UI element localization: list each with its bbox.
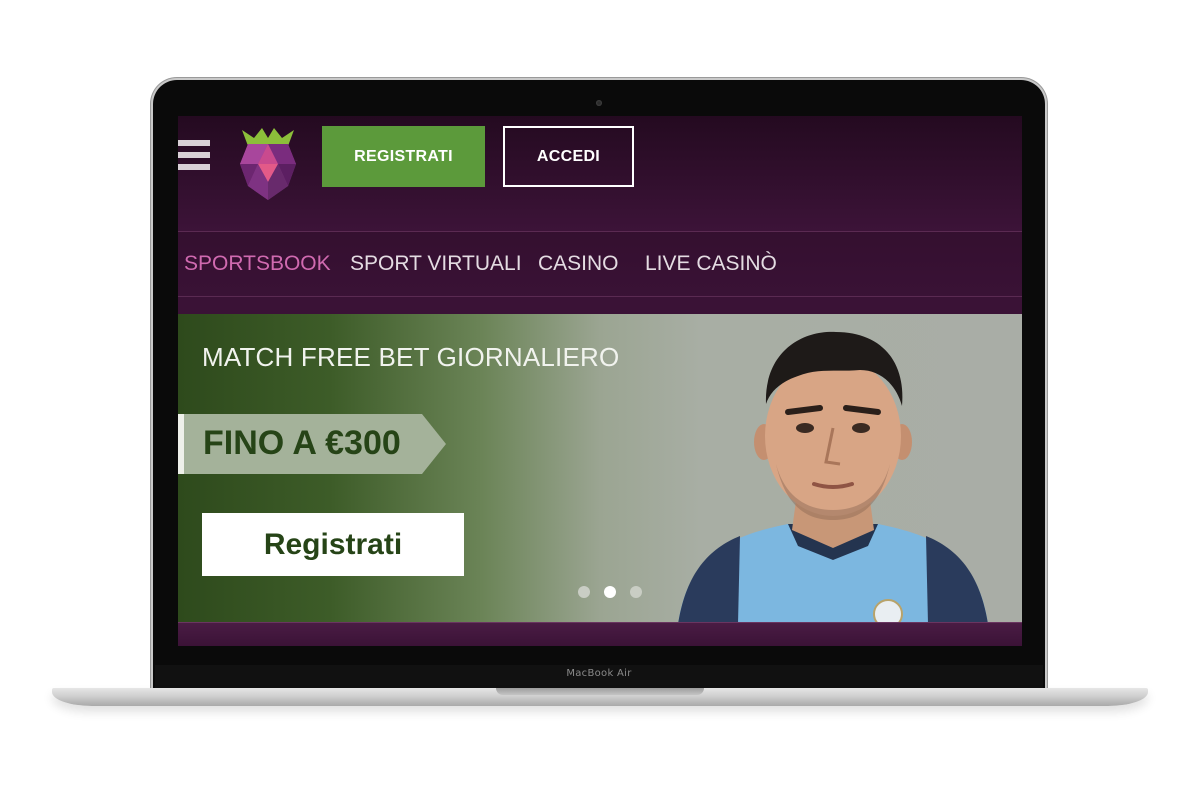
site-header: REGISTRATI ACCEDI [178, 116, 1022, 232]
raspberry-logo-icon[interactable] [238, 124, 298, 204]
browser-viewport: REGISTRATI ACCEDI SPORTSBOOK SPORT VIRTU… [178, 116, 1022, 646]
carousel-dot-1[interactable] [578, 586, 590, 598]
nav-item-sportsbook[interactable]: SPORTSBOOK [184, 252, 331, 276]
promo-banner[interactable]: MATCH FREE BET GIORNALIERO FINO A €300 R… [178, 314, 1022, 622]
main-nav: SPORTSBOOK SPORT VIRTUALI CASINO LIVE CA… [178, 232, 1022, 297]
banner-register-button[interactable]: Registrati [202, 513, 464, 576]
carousel-dot-3[interactable] [630, 586, 642, 598]
laptop-notch [496, 688, 704, 695]
camera-icon [596, 100, 602, 106]
register-button[interactable]: REGISTRATI [322, 126, 485, 187]
below-banner-strip [178, 622, 1022, 646]
hamburger-menu-icon[interactable] [178, 140, 210, 178]
bonus-amount: FINO A €300 [203, 424, 401, 462]
login-button[interactable]: ACCEDI [503, 126, 634, 187]
amount-tag: FINO A €300 [178, 414, 446, 474]
nav-item-casino[interactable]: CASINO [538, 252, 619, 276]
laptop-frame: REGISTRATI ACCEDI SPORTSBOOK SPORT VIRTU… [0, 0, 1200, 800]
laptop-model-label: MacBook Air [566, 668, 632, 679]
football-player-image [678, 331, 988, 622]
nav-item-sport-virtuali[interactable]: SPORT VIRTUALI [350, 252, 522, 276]
carousel-dot-2[interactable] [604, 586, 616, 598]
nav-item-live-casino[interactable]: LIVE CASINÒ [645, 252, 777, 276]
banner-title: MATCH FREE BET GIORNALIERO [202, 342, 620, 372]
